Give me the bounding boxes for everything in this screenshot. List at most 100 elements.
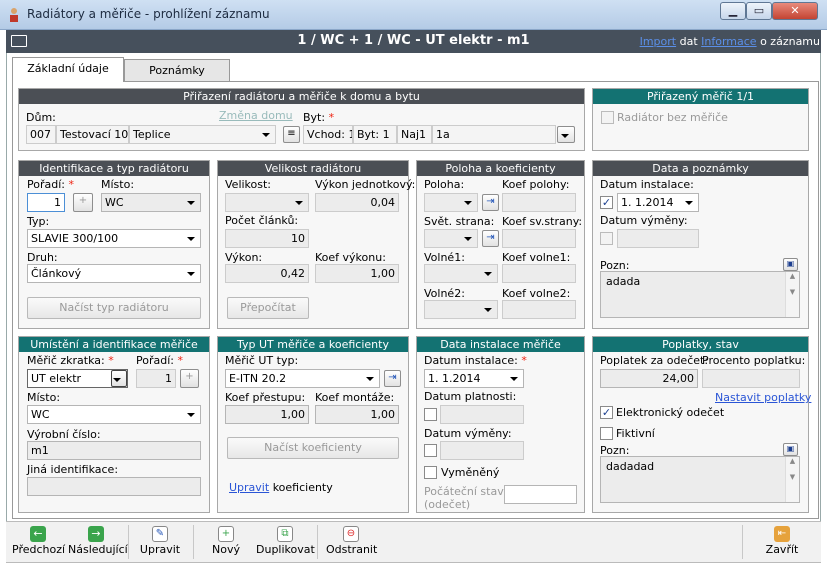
meter-replace-date-checkbox[interactable] bbox=[424, 444, 437, 457]
other-id-input[interactable] bbox=[27, 477, 201, 496]
import-link[interactable]: Import bbox=[640, 35, 677, 48]
house-street-cell: Testovací 10 bbox=[56, 125, 129, 144]
meter-replace-date-picker[interactable] bbox=[440, 441, 524, 460]
fees-note-text[interactable]: dadadad ▲ ▼ bbox=[600, 456, 800, 503]
close-window-button[interactable]: ✕ bbox=[772, 2, 818, 20]
world-side-coef-value bbox=[502, 229, 576, 248]
meter-type-label: Měřič UT typ: bbox=[225, 354, 299, 367]
validity-date-picker[interactable] bbox=[440, 405, 524, 424]
position-title: Poloha a koeficienty bbox=[417, 161, 584, 176]
serial-number-input[interactable]: m1 bbox=[27, 441, 201, 460]
world-side-pick-icon[interactable]: ⇥ bbox=[482, 230, 499, 247]
window-title: Radiátory a měřiče - prohlížení záznamu bbox=[27, 7, 270, 21]
set-fees-link[interactable]: Nastavit poplatky bbox=[715, 391, 811, 404]
fees-note-expand-icon[interactable]: ▣ bbox=[783, 443, 798, 456]
order-plus-button[interactable]: + bbox=[73, 193, 93, 212]
meter-type-pick-icon[interactable]: ⇥ bbox=[384, 370, 401, 387]
meter-place-label: Místo: bbox=[27, 391, 61, 404]
replace-date-picker[interactable] bbox=[617, 229, 699, 248]
world-side-coef-label: Koef sv.strany: bbox=[502, 215, 583, 228]
size-title: Velikost radiátoru bbox=[218, 161, 408, 176]
recalculate-button[interactable]: Přepočítat bbox=[227, 297, 309, 319]
position-pick-icon[interactable]: ⇥ bbox=[482, 194, 499, 211]
duplicate-button[interactable]: ⧉ Duplikovat bbox=[256, 524, 315, 562]
scrollbar[interactable]: ▲ ▼ bbox=[785, 272, 799, 317]
position-coef-label: Koef polohy: bbox=[502, 178, 570, 191]
free2-select[interactable] bbox=[424, 300, 498, 319]
previous-button[interactable]: ← Předchozí bbox=[12, 524, 66, 562]
new-document-icon: + bbox=[218, 526, 234, 542]
edit-coefficients-link[interactable]: Upravit bbox=[229, 481, 269, 494]
transfer-coef-value[interactable]: 1,00 bbox=[225, 405, 309, 424]
radiator-type-select[interactable]: SLAVIE 300/100 bbox=[27, 229, 201, 248]
required-mark: * bbox=[68, 178, 74, 191]
validity-date-checkbox[interactable] bbox=[424, 408, 437, 421]
flat-label: Byt: * bbox=[303, 111, 334, 124]
delete-document-icon: ⊖ bbox=[343, 526, 359, 542]
house-number-cell: 007 bbox=[26, 125, 56, 144]
fee-label: Poplatek za odečet: bbox=[600, 354, 709, 367]
meter-replace-date-label: Datum výměny: bbox=[424, 427, 512, 440]
edit-button[interactable]: ✎ Upravit bbox=[138, 524, 182, 562]
install-date-checkbox[interactable]: ✓ bbox=[600, 196, 613, 209]
dates-title: Data a poznámky bbox=[593, 161, 808, 176]
install-date-picker[interactable]: 1. 1.2014 bbox=[617, 193, 699, 212]
dates-note-text[interactable]: adada ▲ ▼ bbox=[600, 271, 800, 318]
validity-date-label: Datum platnosti: bbox=[424, 390, 517, 403]
meter-type-select[interactable]: E-ITN 20.2 bbox=[225, 369, 380, 388]
position-select[interactable] bbox=[424, 193, 478, 212]
meter-abbrev-label: Měřič zkratka: * bbox=[27, 354, 114, 367]
free1-select[interactable] bbox=[424, 264, 498, 283]
house-city-select[interactable]: Teplice bbox=[129, 125, 276, 144]
meter-location-title: Umístění a identifikace měřiče bbox=[19, 337, 209, 352]
load-coefficients-button[interactable]: Načíst koeficienty bbox=[227, 437, 399, 459]
tab-basic-info[interactable]: Základní údaje bbox=[12, 57, 124, 82]
note-expand-icon[interactable]: ▣ bbox=[783, 258, 798, 271]
load-radiator-type-button[interactable]: Načíst typ radiátoru bbox=[27, 297, 201, 319]
maximize-button[interactable]: ▭ bbox=[746, 2, 772, 20]
flat-entrance-cell: Vchod: 1 bbox=[303, 125, 353, 144]
info-link[interactable]: Informace bbox=[701, 35, 756, 48]
meter-install-title: Data instalace měřiče bbox=[417, 337, 584, 352]
size-select[interactable] bbox=[225, 193, 309, 212]
new-button[interactable]: + Nový bbox=[206, 524, 246, 562]
place-select[interactable]: WC bbox=[101, 193, 201, 212]
meter-order-plus-button[interactable]: + bbox=[180, 369, 199, 388]
close-button[interactable]: ⇤ Zavřít bbox=[760, 524, 804, 562]
meter-abbrev-dropdown-button[interactable] bbox=[111, 370, 127, 387]
mount-coef-value[interactable]: 1,00 bbox=[315, 405, 399, 424]
previous-label: Předchozí bbox=[12, 543, 66, 556]
exit-door-icon: ⇤ bbox=[774, 526, 790, 542]
flat-dropdown-button[interactable] bbox=[557, 126, 575, 143]
house-list-icon[interactable]: ≡ bbox=[283, 126, 300, 143]
radiator-kind-select[interactable]: Článkový bbox=[27, 264, 201, 283]
replaced-checkbox[interactable] bbox=[424, 466, 437, 479]
initial-state-input[interactable] bbox=[504, 485, 577, 504]
install-date-label: Datum instalace: bbox=[600, 178, 694, 191]
meter-install-date-picker[interactable]: 1. 1.2014 bbox=[424, 369, 524, 388]
replace-date-checkbox[interactable] bbox=[600, 232, 613, 245]
order-input[interactable]: 1 bbox=[27, 193, 65, 212]
app-icon bbox=[10, 8, 18, 22]
change-house-link[interactable]: Změna domu bbox=[219, 109, 293, 122]
arrow-left-icon: ← bbox=[30, 526, 46, 542]
minimize-button[interactable]: ▁ bbox=[720, 2, 746, 20]
order-label: Pořadí: * bbox=[27, 178, 74, 191]
scrollbar[interactable]: ▲ ▼ bbox=[785, 457, 799, 502]
world-side-select[interactable] bbox=[424, 229, 478, 248]
toolbar-separator bbox=[317, 525, 318, 559]
next-button[interactable]: → Následující bbox=[68, 524, 128, 562]
free2-label: Volné2: bbox=[424, 287, 465, 300]
tab-notes[interactable]: Poznámky bbox=[124, 59, 230, 81]
fictive-checkbox[interactable] bbox=[600, 427, 613, 440]
delete-button[interactable]: ⊖ Odstranit bbox=[326, 524, 377, 562]
meter-type-title: Typ UT měřiče a koeficienty bbox=[218, 337, 408, 352]
meter-order-label: Pořadí: * bbox=[136, 354, 183, 367]
fee-value[interactable]: 24,00 bbox=[600, 369, 698, 388]
meter-order-input[interactable]: 1 bbox=[136, 369, 176, 388]
electronic-reading-checkbox[interactable]: ✓ bbox=[600, 406, 613, 419]
meter-place-select[interactable]: WC bbox=[27, 405, 201, 424]
position-coef-value bbox=[502, 193, 576, 212]
no-meter-checkbox[interactable] bbox=[601, 111, 614, 124]
duplicate-document-icon: ⧉ bbox=[277, 526, 293, 542]
